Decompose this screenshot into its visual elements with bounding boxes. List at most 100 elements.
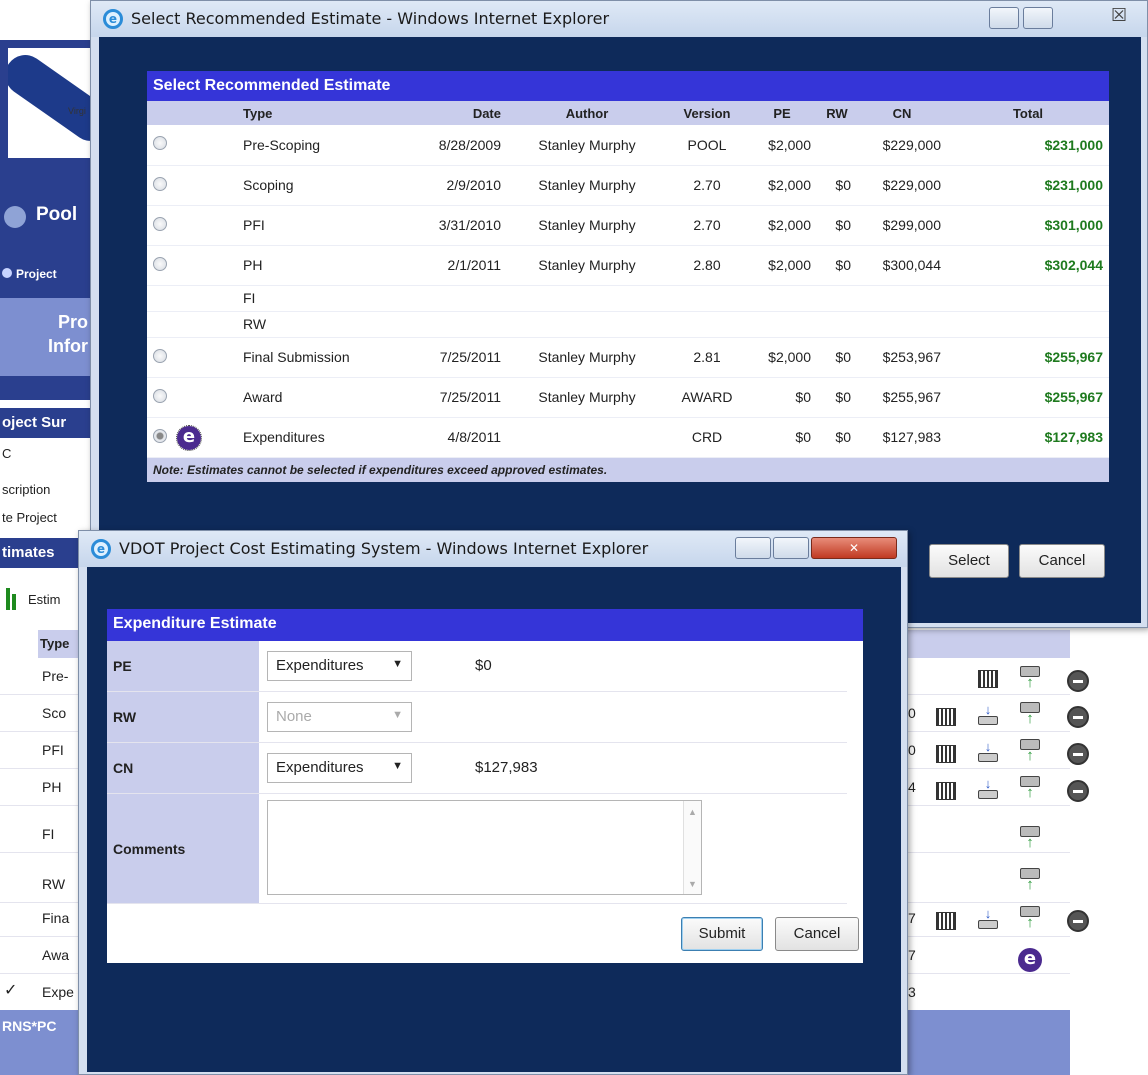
details-grid-icon[interactable] — [978, 670, 998, 688]
remove-icon[interactable] — [1067, 780, 1089, 802]
row-rw: $0 — [817, 205, 857, 246]
row-rw: $0 — [817, 165, 857, 206]
download-icon[interactable]: ↓ — [978, 907, 998, 930]
expenditure-panel-title: Expenditure Estimate — [107, 609, 863, 641]
remove-icon[interactable] — [1067, 910, 1089, 932]
row-date: 7/25/2011 — [407, 377, 507, 418]
row-author: Stanley Murphy — [507, 337, 667, 378]
cancel-button[interactable]: Cancel — [1019, 544, 1105, 578]
pool-label: Pool — [0, 196, 90, 236]
row-author — [507, 417, 667, 458]
pe-select[interactable]: Expenditures ▼ — [267, 651, 412, 681]
upload-icon[interactable]: ↑ — [1020, 702, 1040, 728]
details-grid-icon[interactable] — [936, 745, 956, 763]
row-cn: $253,967 — [857, 337, 947, 378]
row-rw: $0 — [817, 417, 857, 458]
maximize-button[interactable] — [773, 537, 809, 559]
download-icon[interactable]: ↓ — [978, 777, 998, 800]
side-item-0[interactable]: C — [0, 446, 90, 461]
estimate-radio[interactable] — [153, 256, 167, 271]
row-date: 7/25/2011 — [407, 337, 507, 378]
row-rw — [817, 125, 857, 166]
details-grid-icon[interactable] — [936, 782, 956, 800]
row-rw: $0 — [817, 245, 857, 286]
estimate-radio[interactable] — [153, 136, 167, 151]
estimate-radio[interactable] — [153, 388, 167, 403]
select-estimate-titlebar: e Select Recommended Estimate - Windows … — [91, 1, 1147, 37]
row-author: Stanley Murphy — [507, 205, 667, 246]
submit-button[interactable]: Submit — [681, 917, 763, 951]
side-item-1[interactable]: scription — [0, 482, 90, 497]
side-item-2[interactable]: te Project — [0, 510, 90, 525]
cn-select[interactable]: Expenditures ▼ — [267, 753, 412, 783]
expenditure-e-icon[interactable]: e — [1018, 948, 1042, 972]
estimate-radio[interactable] — [153, 348, 167, 363]
upload-icon[interactable]: ↑ — [1020, 826, 1040, 852]
table-row: Scoping 2/9/2010 Stanley Murphy 2.70 $2,… — [147, 165, 1109, 206]
estimate-radio[interactable] — [153, 176, 167, 191]
estimate-link[interactable]: Estim — [2, 588, 90, 618]
row-cn: $229,000 — [857, 125, 947, 166]
project-information-button[interactable]: Pro Infor — [0, 298, 90, 376]
row-date: 8/28/2009 — [407, 125, 507, 166]
expenditure-form: Expenditure Estimate PE Expenditures ▼ $0… — [107, 609, 863, 963]
upload-icon[interactable]: ↑ — [1020, 739, 1040, 765]
select-estimate-panel: Select Recommended Estimate Type Date Au… — [147, 71, 1109, 482]
upload-icon[interactable]: ↑ — [1020, 776, 1040, 802]
rw-select: None ▼ — [267, 702, 412, 732]
row-version: POOL — [667, 125, 747, 166]
comments-textarea[interactable]: ▲ ▼ — [267, 800, 702, 895]
row-cn: $229,000 — [857, 165, 947, 206]
row-total: $255,967 — [947, 377, 1109, 418]
table-row: e Expenditures 4/8/2011 CRD $0 $0 $127,9… — [147, 417, 1109, 458]
chart-bar-icon — [6, 588, 10, 610]
row-total: $255,967 — [947, 337, 1109, 378]
row-date: 4/8/2011 — [407, 417, 507, 458]
comments-label: Comments — [107, 794, 259, 903]
expenditure-e-icon[interactable]: e — [176, 424, 202, 451]
minimize-button[interactable] — [989, 7, 1019, 29]
remove-icon[interactable] — [1067, 706, 1089, 728]
column-header: RW — [817, 101, 857, 125]
row-type: FI — [237, 285, 407, 312]
upload-icon[interactable]: ↑ — [1020, 666, 1040, 692]
estimate-radio-disabled — [153, 428, 167, 443]
pro-info-line1: Pro — [57, 312, 88, 332]
project-button[interactable]: Project — [0, 258, 90, 288]
details-grid-icon[interactable] — [936, 708, 956, 726]
row-pe: $2,000 — [747, 125, 817, 166]
minimize-button[interactable] — [735, 537, 771, 559]
row-pe: $2,000 — [747, 245, 817, 286]
estimate-radio[interactable] — [153, 216, 167, 231]
column-header: Version — [667, 101, 747, 125]
rw-row: RW None ▼ — [107, 692, 847, 743]
download-icon[interactable]: ↓ — [978, 740, 998, 763]
internet-explorer-icon: e — [91, 539, 111, 559]
column-header: Type — [237, 101, 407, 125]
close-icon[interactable]: ☒ — [1111, 5, 1127, 26]
row-total: $301,000 — [947, 205, 1109, 246]
row-type: RW — [237, 311, 407, 338]
remove-icon[interactable] — [1067, 743, 1089, 765]
select-button[interactable]: Select — [929, 544, 1009, 578]
row-author: Stanley Murphy — [507, 125, 667, 166]
row-version: 2.80 — [667, 245, 747, 286]
maximize-button[interactable] — [1023, 7, 1053, 29]
cancel-button[interactable]: Cancel — [775, 917, 859, 951]
pe-label: PE — [107, 641, 259, 691]
textarea-scrollbar[interactable]: ▲ ▼ — [683, 801, 701, 894]
table-row: Pre-Scoping 8/28/2009 Stanley Murphy POO… — [147, 125, 1109, 166]
row-author: Stanley Murphy — [507, 165, 667, 206]
row-pe: $2,000 — [747, 165, 817, 206]
table-row: Award 7/25/2011 Stanley Murphy AWARD $0 … — [147, 377, 1109, 418]
column-header: CN — [857, 101, 947, 125]
row-cn: $299,000 — [857, 205, 947, 246]
remove-icon[interactable] — [1067, 670, 1089, 692]
download-icon[interactable]: ↓ — [978, 703, 998, 726]
row-total: $231,000 — [947, 125, 1109, 166]
upload-icon[interactable]: ↑ — [1020, 868, 1040, 894]
table-row: FI — [147, 285, 1109, 312]
details-grid-icon[interactable] — [936, 912, 956, 930]
upload-icon[interactable]: ↑ — [1020, 906, 1040, 932]
close-button[interactable]: ✕ — [811, 537, 897, 559]
